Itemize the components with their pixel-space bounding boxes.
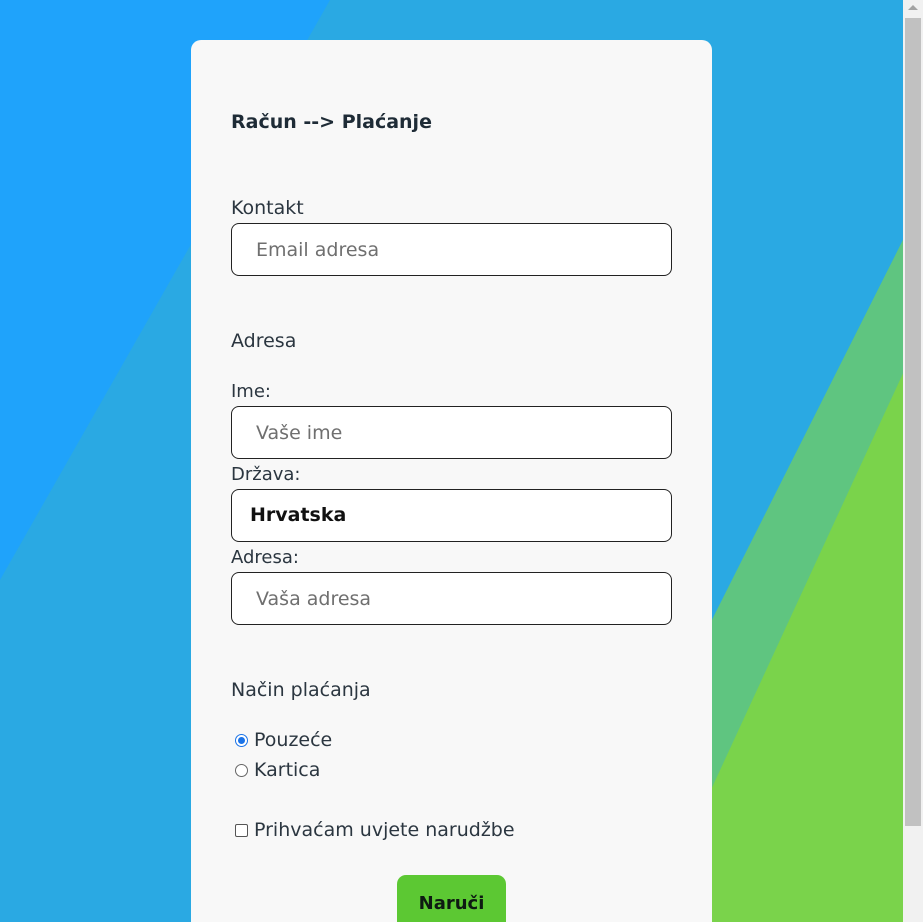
address-field-label: Adresa:: [231, 547, 299, 568]
payment-option-cod[interactable]: Pouzeće: [235, 729, 332, 751]
email-input[interactable]: [231, 223, 672, 276]
payment-option-card[interactable]: Kartica: [235, 759, 320, 781]
name-input[interactable]: [231, 406, 672, 459]
country-select-value: Hrvatska: [250, 504, 347, 526]
address-input[interactable]: [231, 572, 672, 625]
terms-label: Prihvaćam uvjete narudžbe: [254, 819, 515, 841]
payment-section-label: Način plaćanja: [231, 679, 371, 701]
payment-option-cod-label: Pouzeće: [254, 729, 333, 751]
payment-option-card-label: Kartica: [254, 759, 321, 781]
address-section-label: Adresa: [231, 330, 297, 352]
scroll-up-arrow-icon[interactable]: [908, 5, 918, 10]
vertical-scrollbar[interactable]: [903, 0, 923, 922]
name-field-label: Ime:: [231, 381, 271, 402]
radio-card[interactable]: [235, 763, 248, 777]
checkout-card: Račun --> Plaćanje Kontakt Adresa Ime: D…: [191, 40, 712, 922]
contact-section-label: Kontakt: [231, 197, 304, 219]
page-viewport: Račun --> Plaćanje Kontakt Adresa Ime: D…: [0, 0, 923, 922]
radio-cod[interactable]: [235, 733, 248, 747]
terms-agreement[interactable]: Prihvaćam uvjete narudžbe: [235, 819, 515, 841]
checkout-breadcrumb-heading: Račun --> Plaćanje: [231, 111, 432, 133]
country-select[interactable]: Hrvatska: [231, 489, 672, 542]
scrollbar-thumb[interactable]: [905, 18, 921, 826]
terms-checkbox[interactable]: [235, 823, 248, 837]
order-button[interactable]: Naruči: [397, 875, 506, 922]
country-field-label: Država:: [231, 464, 301, 485]
